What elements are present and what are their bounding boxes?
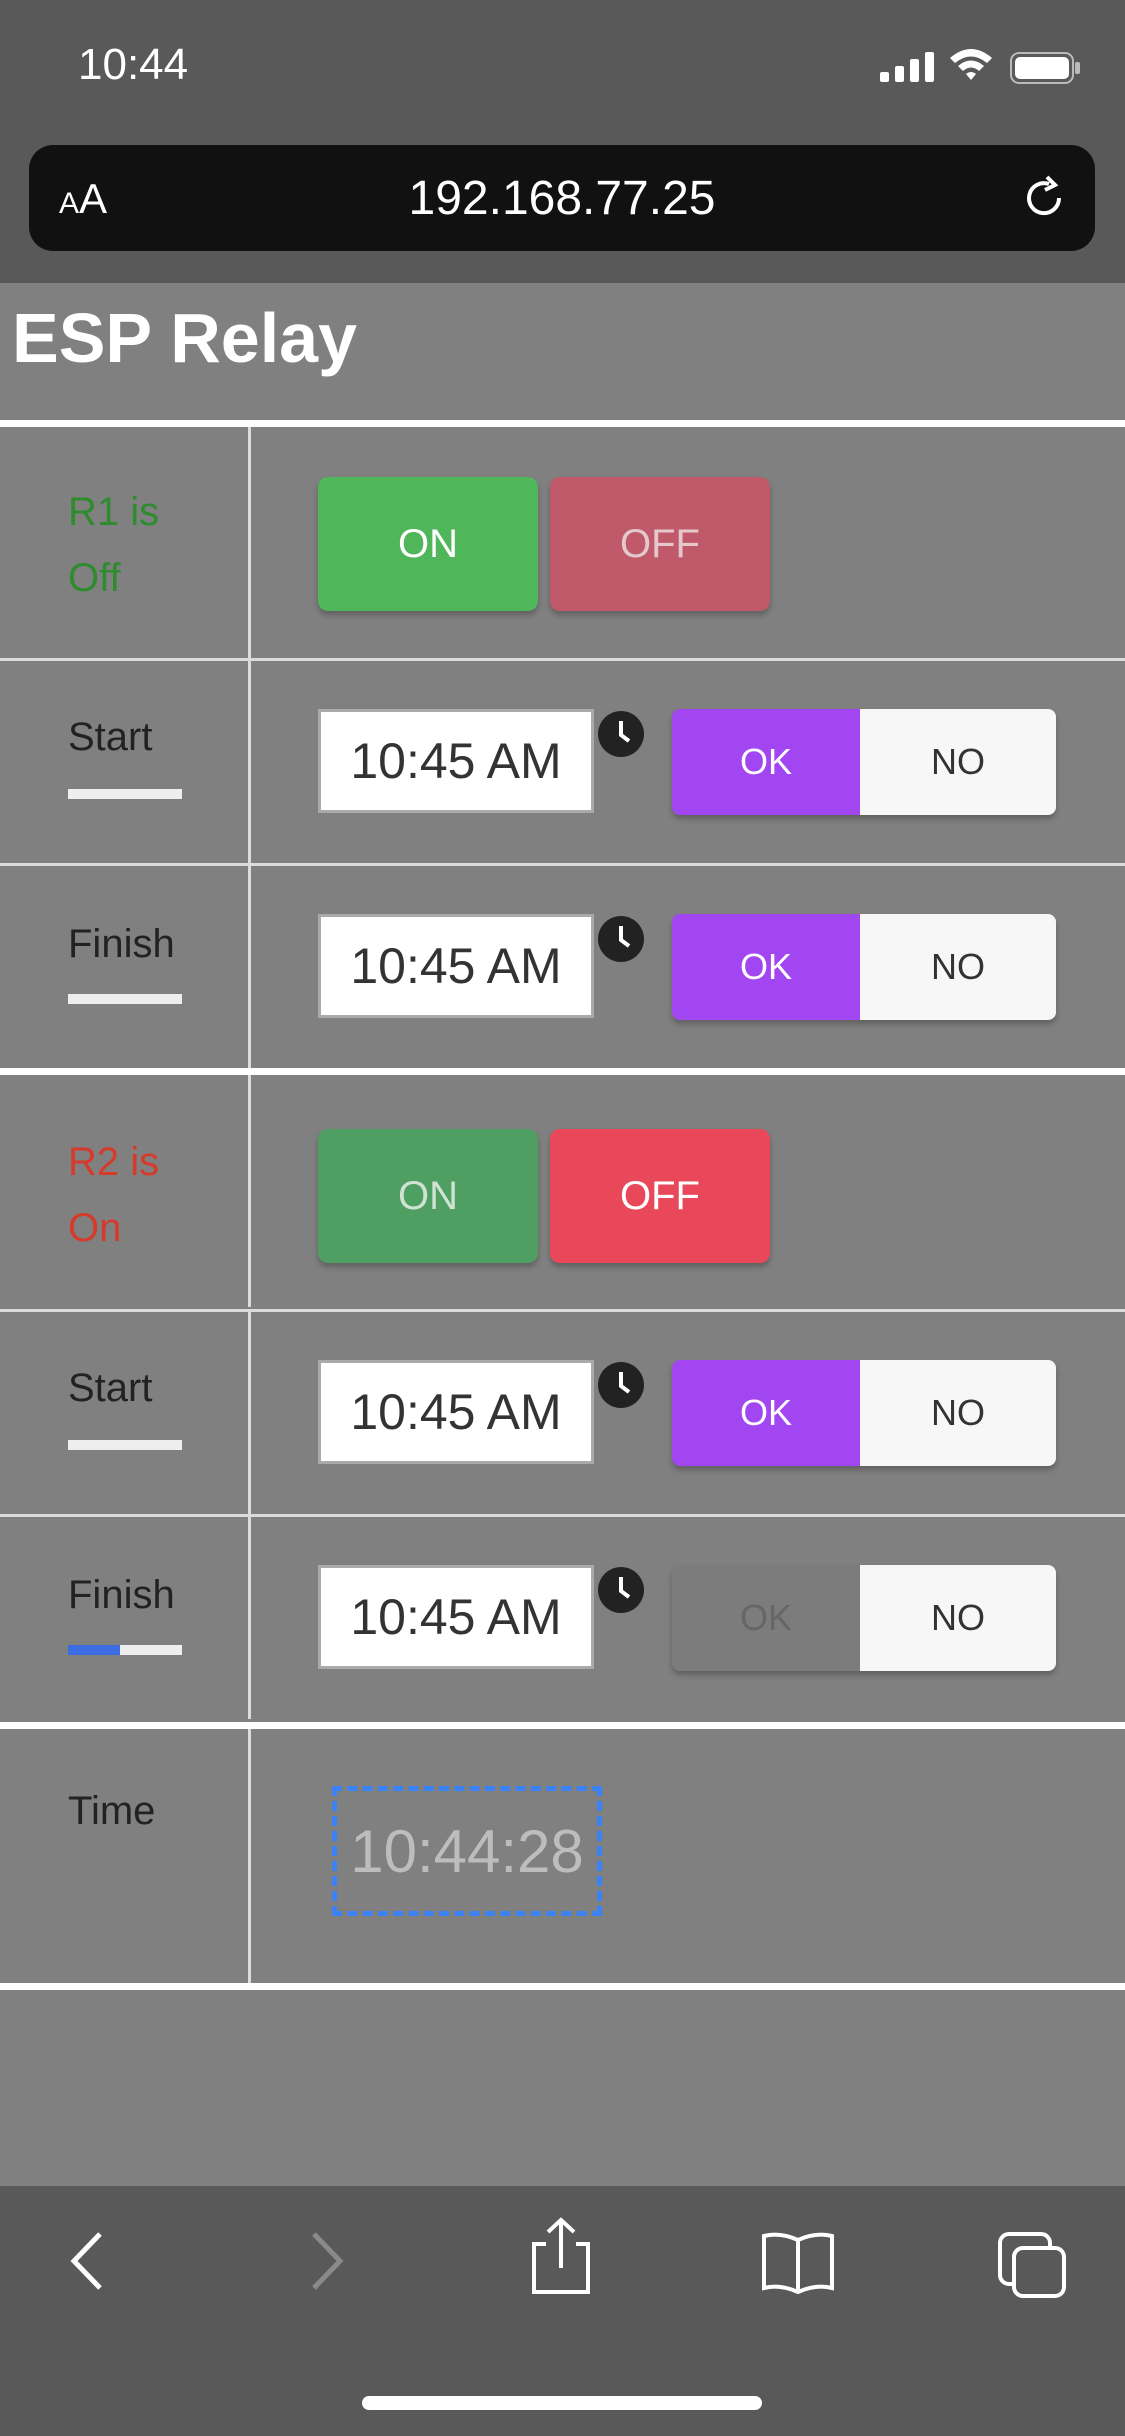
forward-icon[interactable]	[302, 2226, 352, 2296]
status-time: 10:44	[78, 40, 189, 89]
relay1-finish-row: Finish 10:45 AM OK NO	[0, 863, 1125, 1068]
relay1-state: R1 is Off	[68, 490, 160, 600]
relay2-on-button[interactable]: ON	[318, 1129, 538, 1263]
reload-icon[interactable]	[1019, 173, 1069, 223]
column-divider	[248, 1729, 251, 1983]
relay2-start-time-input[interactable]: 10:45 AM	[318, 1360, 594, 1464]
finish-label: Finish	[68, 1573, 175, 1617]
no-option[interactable]: NO	[860, 914, 1056, 1020]
relay2-finish-toggle[interactable]: OK NO	[672, 1565, 1056, 1671]
clock-icon[interactable]	[598, 1362, 644, 1408]
battery-icon	[1010, 52, 1080, 84]
no-option[interactable]: NO	[860, 1360, 1056, 1466]
wifi-icon	[950, 49, 992, 80]
label-underline	[68, 1440, 182, 1450]
ok-option[interactable]: OK	[672, 1565, 860, 1671]
relay2-finish-time-input[interactable]: 10:45 AM	[318, 1565, 594, 1669]
column-divider	[248, 1517, 251, 1719]
column-divider	[248, 1075, 251, 1307]
home-indicator[interactable]	[362, 2396, 762, 2410]
page-title: ESP Relay	[12, 299, 358, 377]
clock-icon[interactable]	[598, 711, 644, 757]
ok-option[interactable]: OK	[672, 709, 860, 815]
relay1-finish-time-input[interactable]: 10:45 AM	[318, 914, 594, 1018]
label-underline-active	[68, 1645, 182, 1655]
relay1-off-button[interactable]: OFF	[550, 477, 770, 611]
relay1-start-row: Start 10:45 AM OK NO	[0, 658, 1125, 863]
address-bar[interactable]: AA 192.168.77.25	[29, 145, 1095, 251]
relay2-start-toggle[interactable]: OK NO	[672, 1360, 1056, 1466]
relay1-finish-toggle[interactable]: OK NO	[672, 914, 1056, 1020]
back-icon[interactable]	[62, 2226, 112, 2296]
browser-address-area: AA 192.168.77.25	[0, 135, 1125, 283]
column-divider	[248, 1312, 251, 1514]
clock-icon[interactable]	[598, 916, 644, 962]
status-bar: 10:44	[0, 0, 1125, 135]
no-option[interactable]: NO	[860, 709, 1056, 815]
ok-option[interactable]: OK	[672, 1360, 860, 1466]
relay1-start-toggle[interactable]: OK NO	[672, 709, 1056, 815]
label-underline	[68, 789, 182, 799]
share-icon[interactable]	[528, 2216, 594, 2296]
relay1-start-time-input[interactable]: 10:45 AM	[318, 709, 594, 813]
signal-icon	[880, 52, 934, 82]
tabs-icon[interactable]	[996, 2230, 1068, 2300]
relay1-row: R1 is Off ON OFF	[0, 420, 1125, 659]
clock-icon[interactable]	[598, 1567, 644, 1613]
bookmarks-icon[interactable]	[760, 2230, 836, 2294]
relay1-on-button[interactable]: ON	[318, 477, 538, 611]
no-option[interactable]: NO	[860, 1565, 1056, 1671]
relay2-state: R2 is On	[68, 1140, 160, 1250]
relay2-off-button[interactable]: OFF	[550, 1129, 770, 1263]
relay2-finish-row: Finish 10:45 AM OK NO	[0, 1514, 1125, 1719]
label-underline	[68, 994, 182, 1004]
time-label: Time	[68, 1789, 156, 1833]
column-divider	[248, 866, 251, 1068]
url-field[interactable]: 192.168.77.25	[29, 171, 1095, 226]
column-divider	[248, 427, 251, 659]
start-label: Start	[68, 1366, 153, 1410]
relay2-start-row: Start 10:45 AM OK NO	[0, 1309, 1125, 1514]
start-label: Start	[68, 715, 153, 759]
ok-option[interactable]: OK	[672, 914, 860, 1020]
finish-label: Finish	[68, 922, 175, 966]
relay2-row: R2 is On ON OFF	[0, 1068, 1125, 1307]
current-time-display: 10:44:28	[332, 1786, 602, 1916]
column-divider	[248, 661, 251, 863]
